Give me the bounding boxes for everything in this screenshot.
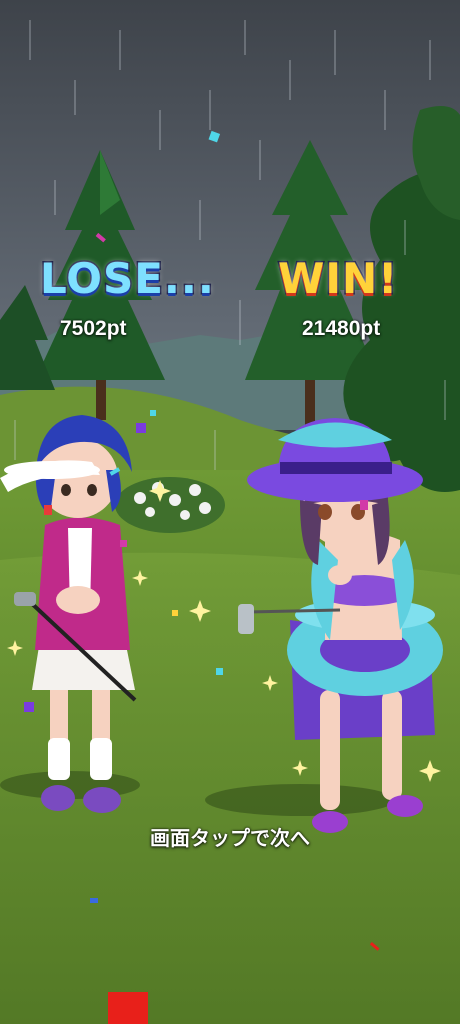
match-result-screen: LOSE... 7502pt WIN! 21480pt 画面タップで次へ (0, 0, 460, 1024)
tap-to-continue-prompt[interactable]: 画面タップで次へ (0, 822, 460, 851)
tap-to-continue-area[interactable] (0, 0, 460, 1024)
